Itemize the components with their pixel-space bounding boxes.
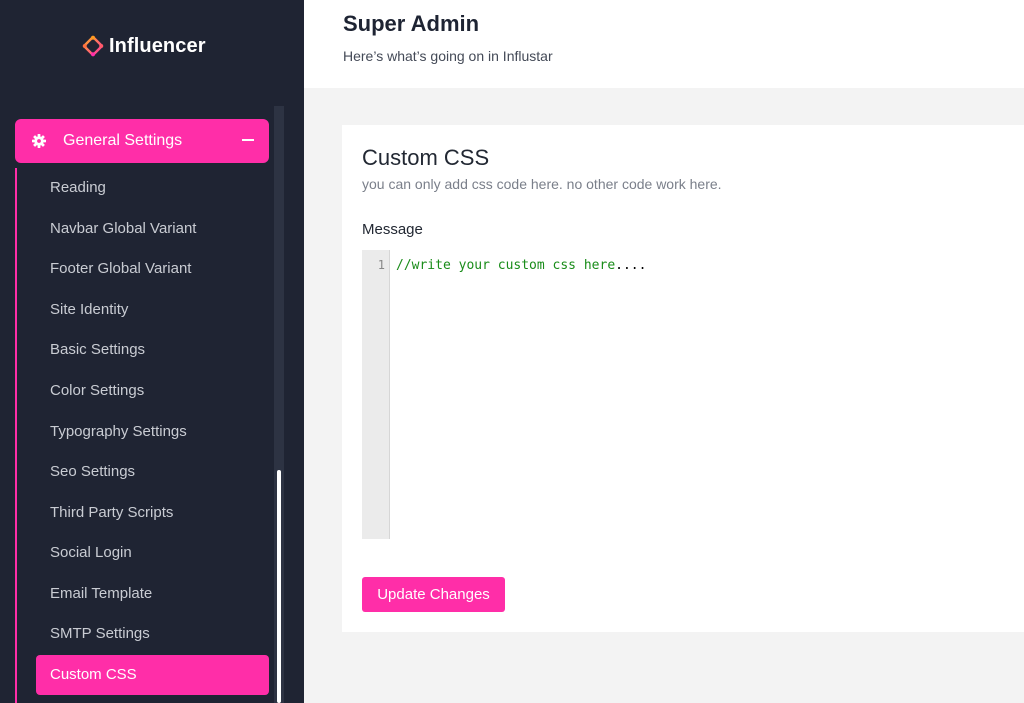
submenu-divider: [15, 168, 17, 703]
sidebar-group-label: General Settings: [63, 132, 183, 149]
top-header: Super Admin Here’s what’s going on in In…: [304, 0, 1024, 88]
sidebar-item-typography-settings[interactable]: Typography Settings: [50, 421, 187, 443]
code-comment: //write your custom css here: [396, 258, 616, 273]
sidebar-item-custom-css[interactable]: Custom CSS: [36, 655, 269, 695]
sidebar-item-basic-settings[interactable]: Basic Settings: [50, 339, 145, 361]
code-line[interactable]: //write your custom css here....: [396, 258, 646, 273]
minus-icon[interactable]: [242, 139, 254, 141]
sidebar-item-smtp-settings[interactable]: SMTP Settings: [50, 623, 150, 645]
sidebar-item-reading[interactable]: Reading: [50, 177, 106, 199]
brand-name: Influencer: [109, 34, 206, 57]
card-description: you can only add css code here. no other…: [362, 176, 722, 192]
sidebar-item-site-identity[interactable]: Site Identity: [50, 299, 128, 321]
sidebar-item-email-template[interactable]: Email Template: [50, 583, 152, 605]
sidebar-scrollbar-thumb[interactable]: [277, 470, 281, 703]
editor-gutter: 1: [362, 250, 390, 539]
sidebar-item-color-settings[interactable]: Color Settings: [50, 380, 144, 402]
page-subtitle: Here’s what’s going on in Influstar: [343, 48, 553, 64]
card-title: Custom CSS: [362, 145, 490, 170]
brand-logo[interactable]: Influencer: [82, 32, 206, 60]
code-tail: ....: [615, 258, 647, 273]
message-label: Message: [362, 221, 423, 238]
custom-css-card: Custom CSS you can only add css code her…: [342, 125, 1024, 632]
sidebar-item-navbar-global-variant[interactable]: Navbar Global Variant: [50, 218, 196, 240]
sidebar-item-footer-global-variant[interactable]: Footer Global Variant: [50, 258, 191, 280]
diamond-logo-icon: [82, 35, 104, 57]
page-title: Super Admin: [343, 11, 480, 36]
sidebar-item-seo-settings[interactable]: Seo Settings: [50, 461, 135, 483]
sidebar-item-social-login[interactable]: Social Login: [50, 542, 132, 564]
css-code-editor[interactable]: 1 //write your custom css here....: [362, 250, 1024, 539]
sidebar-item-third-party-scripts[interactable]: Third Party Scripts: [50, 502, 173, 524]
sidebar-group-general-settings[interactable]: General Settings: [15, 119, 269, 163]
gear-icon: [32, 134, 46, 148]
line-number: 1: [377, 258, 385, 272]
sidebar: Influencer General Settings Reading Navb…: [0, 0, 304, 703]
update-changes-button[interactable]: Update Changes: [362, 577, 505, 612]
